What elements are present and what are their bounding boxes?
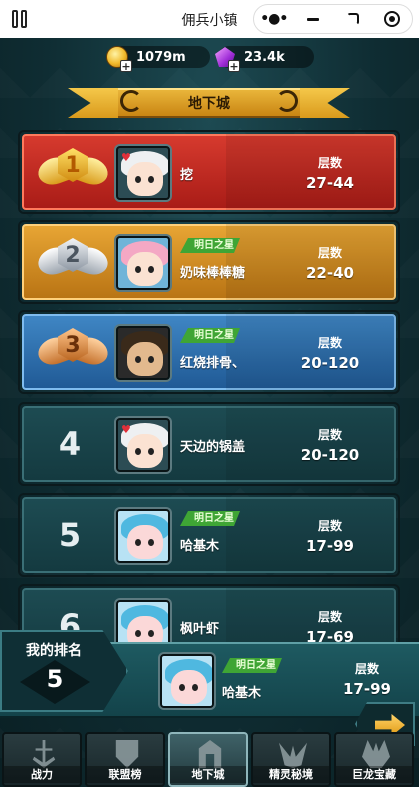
tab-dragon-treasure[interactable]: 巨龙宝藏 [334,732,414,787]
title-tag: 明日之星 [180,511,240,526]
player-name: 奶味棒棒糖 [180,266,246,281]
tab-label: 巨龙宝藏 [336,766,412,783]
gem-icon: + [212,44,240,72]
shield-icon [115,740,139,768]
floor-label: 层数 [317,610,342,624]
silver-medal-icon: 2 [34,234,112,290]
floor-label: 层数 [317,156,342,170]
avatar[interactable]: ♥ [116,418,170,472]
tab-power[interactable]: 战力 [2,732,82,787]
floor-range: 20-120 [300,446,360,464]
capsule-menu: •●• [253,4,413,34]
dragon-icon [362,740,390,768]
title-tag: 明日之星 [222,658,282,673]
tab-dungeon[interactable]: 地下城 [168,732,248,787]
bronze-medal-icon: 3 [34,324,112,380]
tab-label: 战力 [4,766,80,783]
gold-medal-icon: 1 [34,144,112,200]
avatar[interactable]: ♥ [116,146,170,200]
tab-label: 地下城 [170,766,246,783]
leaderboard-row-2[interactable]: 2 明日之星 奶味棒棒糖 层数 22-40 [18,220,400,304]
my-rank-panel: 我的排名 5 [0,630,128,720]
my-floor-range: 17-99 [343,680,391,698]
leaderboard-row-4[interactable]: 4 ♥ 天边的锅盖 层数 20-120 [18,402,400,486]
title-tag: 明日之星 [180,238,240,253]
exit-icon[interactable] [338,8,368,30]
player-name: 哈基木 [180,539,220,554]
my-rank-number: 5 [46,665,64,693]
player-name: 天边的锅盖 [180,440,246,455]
avatar[interactable] [116,236,170,290]
sidebar-toggle-icon[interactable] [12,10,28,28]
title-tag: 明日之星 [180,328,240,343]
floor-range: 20-120 [300,354,360,372]
gem-resource[interactable]: + 23.4k [215,46,314,72]
minimize-icon[interactable] [298,8,328,30]
gold-resource[interactable]: + 1079m [106,46,210,72]
title-banner: 地下城 [68,82,350,122]
leaderboard-row-1[interactable]: 1 ♥ 挖 层数 27-44 [18,130,400,214]
player-name: 挖 [180,168,194,183]
mini-program-top-bar: 佣兵小镇 •●• [0,0,419,38]
swirl-ornament-icon [276,90,298,112]
add-gem-icon[interactable]: + [228,60,240,72]
add-gold-icon[interactable]: + [120,60,132,72]
gold-coin-icon: + [104,44,132,72]
floor-range: 22-40 [306,264,354,282]
game-screen: + 1079m + 23.4k 地下城 1 ♥ 挖 层数 27-44 2 明日之… [0,38,419,787]
floor-label: 层数 [354,662,379,676]
gem-amount: 23.4k [244,49,285,65]
close-target-icon[interactable] [377,8,407,30]
tab-spirit-realm[interactable]: 精灵秘境 [251,732,331,787]
floor-label: 层数 [317,246,342,260]
my-rank-label: 我的排名 [26,643,82,659]
player-name: 红烧排骨、 [180,356,246,371]
gate-icon [198,740,222,768]
floor-range: 27-44 [306,174,354,192]
banner-title: 地下城 [118,88,300,118]
swirl-ornament-icon [120,90,142,112]
player-name: 枫叶虾 [180,622,220,637]
avatar[interactable] [116,326,170,380]
my-player-name: 哈基木 [222,686,262,701]
my-avatar[interactable] [160,654,214,708]
floor-label: 层数 [317,336,342,350]
avatar[interactable] [116,509,170,563]
leaderboard-row-5[interactable]: 5 明日之星 哈基木 层数 17-99 [18,493,400,577]
more-dots-icon[interactable]: •●• [259,8,289,30]
anchor-icon [32,740,56,768]
tab-label: 精灵秘境 [253,766,329,783]
rank-number: 5 [58,516,82,554]
floor-label: 层数 [317,428,342,442]
bottom-tab-bar: 战力 联盟榜 地下城 精灵秘境 巨龙宝藏 [0,732,419,787]
tab-alliance[interactable]: 联盟榜 [85,732,165,787]
floor-range: 17-99 [306,537,354,555]
gold-amount: 1079m [136,49,186,65]
leaderboard-row-3[interactable]: 3 明日之星 红烧排骨、 层数 20-120 [18,310,400,394]
wings-icon [279,742,307,768]
rank-number: 4 [58,425,82,463]
tab-label: 联盟榜 [87,766,163,783]
floor-label: 层数 [317,519,342,533]
